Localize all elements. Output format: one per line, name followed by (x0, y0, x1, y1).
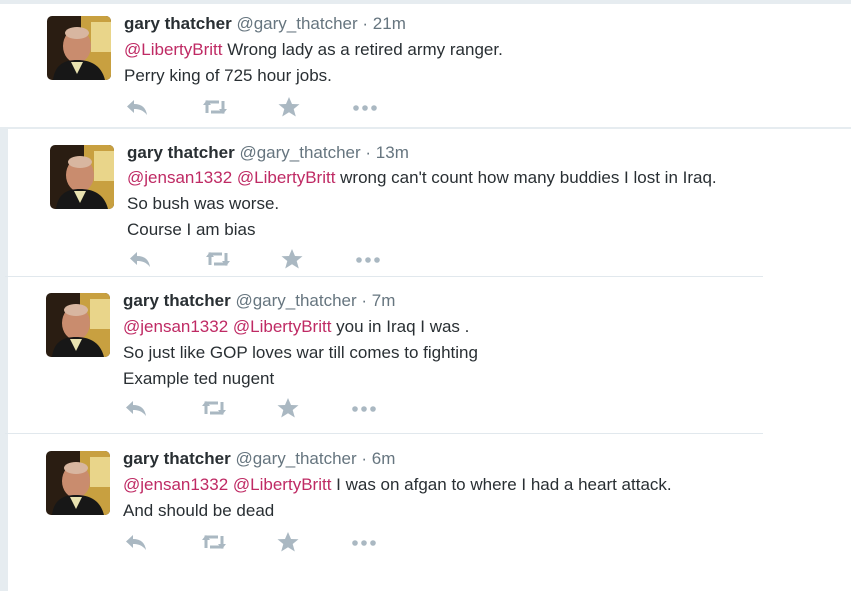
reply-button[interactable] (123, 531, 153, 553)
tweet-text: @LibertyBritt Wrong lady as a retired ar… (124, 37, 503, 89)
tweet-text-line: Example ted nugent (123, 366, 478, 392)
tweet-text-segment: Wrong lady as a retired army ranger. (222, 40, 503, 59)
more-button[interactable] (354, 248, 384, 270)
timestamp[interactable]: 13m (376, 143, 409, 162)
tweet-text: @jensan1332 @LibertyBritt I was on afgan… (123, 472, 672, 524)
reply-button[interactable] (124, 96, 154, 118)
tweet-text-line: So just like GOP loves war till comes to… (123, 340, 478, 366)
tweet-header: gary thatcher @gary_thatcher · 13m (127, 143, 717, 163)
tweet-content: gary thatcher @gary_thatcher · 7m @jensa… (123, 291, 478, 392)
more-icon (351, 96, 381, 118)
tweet-text-segment: you in Iraq I was . (331, 317, 470, 336)
author-name[interactable]: gary thatcher (123, 449, 231, 468)
tweet-text-segment: And should be dead (123, 501, 275, 520)
author-handle[interactable]: @gary_thatcher (235, 449, 356, 468)
reply-icon (123, 531, 153, 553)
tweet-text-segment: Perry king of 725 hour jobs. (124, 66, 332, 85)
header-separator: · (362, 14, 369, 33)
retweet-icon (201, 96, 231, 118)
reply-button[interactable] (123, 397, 153, 419)
more-icon (354, 248, 384, 270)
author-handle[interactable]: @gary_thatcher (235, 291, 356, 310)
favorite-icon (276, 397, 306, 419)
author-handle[interactable]: @gary_thatcher (236, 14, 357, 33)
retweet-icon (200, 531, 230, 553)
retweet-button[interactable] (204, 248, 234, 270)
favorite-button[interactable] (280, 248, 310, 270)
favorite-icon (277, 96, 307, 118)
more-button[interactable] (350, 531, 380, 553)
tweet-text-line: @jensan1332 @LibertyBritt wrong can't co… (127, 165, 717, 191)
more-button[interactable] (350, 397, 380, 419)
tweet-text: @jensan1332 @LibertyBritt wrong can't co… (127, 165, 717, 243)
tweet-text-segment: I was on afgan to where I had a heart at… (331, 475, 672, 494)
timestamp[interactable]: 6m (372, 449, 396, 468)
retweet-icon (204, 248, 234, 270)
author-handle[interactable]: @gary_thatcher (239, 143, 360, 162)
tweet-content: gary thatcher @gary_thatcher · 13m @jens… (127, 143, 717, 243)
reply-icon (123, 397, 153, 419)
tweet-header: gary thatcher @gary_thatcher · 7m (123, 291, 478, 311)
timestamp[interactable]: 7m (372, 291, 396, 310)
favorite-button[interactable] (276, 397, 306, 419)
mention-link[interactable]: @jensan1332 (127, 168, 232, 187)
tweet-divider (5, 276, 763, 277)
header-separator: · (361, 449, 368, 468)
favorite-icon (280, 248, 310, 270)
tweet-text-line: @LibertyBritt Wrong lady as a retired ar… (124, 37, 503, 63)
avatar[interactable] (47, 16, 111, 80)
tweet-text-line: Course I am bias (127, 217, 717, 243)
tweet-text-segment: Course I am bias (127, 220, 256, 239)
mention-link[interactable]: @LibertyBritt (124, 40, 223, 59)
more-button[interactable] (351, 96, 381, 118)
tweet-content: gary thatcher @gary_thatcher · 6m @jensa… (123, 449, 672, 524)
favorite-icon (276, 531, 306, 553)
mention-link[interactable]: @jensan1332 (123, 317, 228, 336)
tweet-text-line: So bush was worse. (127, 191, 717, 217)
author-name[interactable]: gary thatcher (123, 291, 231, 310)
tweet-text-line: And should be dead (123, 498, 672, 524)
tweet-text-segment: wrong can't count how many buddies I los… (335, 168, 717, 187)
reply-icon (124, 96, 154, 118)
favorite-button[interactable] (276, 531, 306, 553)
more-icon (350, 531, 380, 553)
more-icon (350, 397, 380, 419)
reply-icon (127, 248, 157, 270)
reply-button[interactable] (127, 248, 157, 270)
tweet-text-segment: So just like GOP loves war till comes to… (123, 343, 478, 362)
favorite-button[interactable] (277, 96, 307, 118)
tweet-text-line: @jensan1332 @LibertyBritt I was on afgan… (123, 472, 672, 498)
mention-link[interactable]: @LibertyBritt (233, 317, 332, 336)
author-name[interactable]: gary thatcher (124, 14, 232, 33)
tweet-header: gary thatcher @gary_thatcher · 21m (124, 14, 503, 34)
header-separator: · (365, 143, 372, 162)
tweet-text-segment: Example ted nugent (123, 369, 275, 388)
mention-link[interactable]: @LibertyBritt (233, 475, 332, 494)
avatar[interactable] (46, 293, 110, 357)
retweet-button[interactable] (200, 531, 230, 553)
tweet-text-line: @jensan1332 @LibertyBritt you in Iraq I … (123, 314, 478, 340)
tweet-text-segment: So bush was worse. (127, 194, 280, 213)
author-name[interactable]: gary thatcher (127, 143, 235, 162)
tweet-text-line: Perry king of 725 hour jobs. (124, 63, 503, 89)
tweet-content: gary thatcher @gary_thatcher · 21m @Libe… (124, 14, 503, 89)
mention-link[interactable]: @jensan1332 (123, 475, 228, 494)
timestamp[interactable]: 21m (373, 14, 406, 33)
header-separator: · (361, 291, 368, 310)
avatar[interactable] (50, 145, 114, 209)
retweet-button[interactable] (200, 397, 230, 419)
retweet-icon (200, 397, 230, 419)
tweet-divider (5, 433, 763, 434)
mention-link[interactable]: @LibertyBritt (237, 168, 336, 187)
retweet-button[interactable] (201, 96, 231, 118)
tweet-header: gary thatcher @gary_thatcher · 6m (123, 449, 672, 469)
tweet-text: @jensan1332 @LibertyBritt you in Iraq I … (123, 314, 478, 392)
avatar[interactable] (46, 451, 110, 515)
